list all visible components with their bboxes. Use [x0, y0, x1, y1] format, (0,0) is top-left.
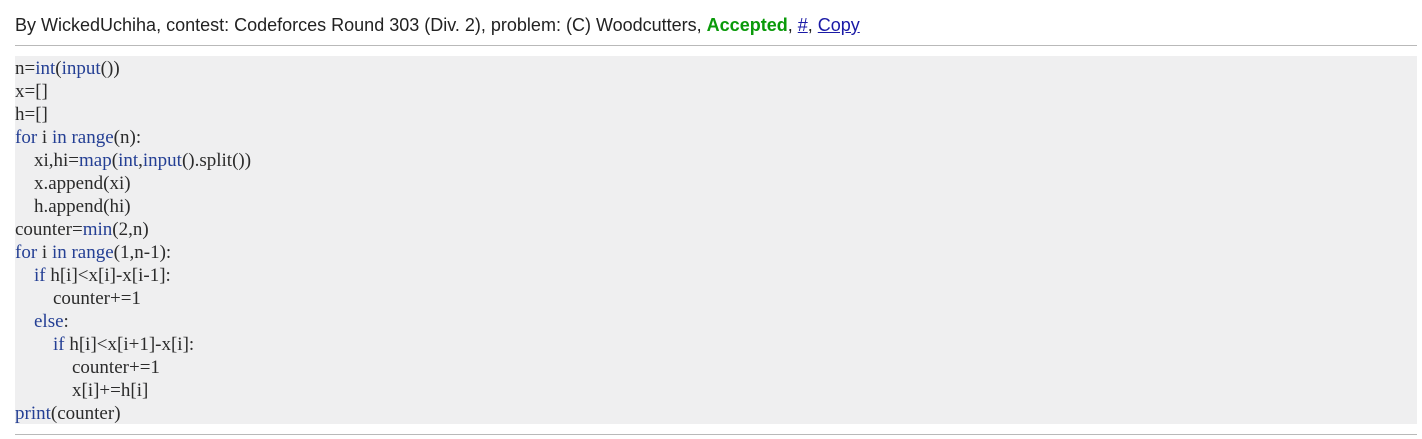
- code-line: else:: [34, 311, 69, 332]
- verdict-status: Accepted: [706, 15, 788, 35]
- code-line: n=int(input()): [15, 58, 120, 79]
- code-line: x[i]+=h[i]: [15, 380, 149, 401]
- submission-header: By WickedUchiha, contest: Codeforces Rou…: [15, 13, 860, 37]
- source-code-block: n=int(input()) x=[] h=[] for i in range(…: [15, 56, 1417, 424]
- code-line: for i in range(1,n-1):: [15, 242, 172, 263]
- copy-code-link[interactable]: Copy: [818, 15, 860, 35]
- code-line: x=[]: [15, 81, 48, 102]
- code-line: for i in range(n):: [15, 127, 142, 148]
- header-divider: [15, 45, 1417, 46]
- problem-prefix: , problem:: [480, 15, 566, 35]
- code-line: if h[i]<x[i]-x[i-1]:: [34, 265, 171, 286]
- verdict-separator: ,: [696, 15, 707, 35]
- code-line: x.append(xi): [15, 173, 131, 194]
- link-separator-1: ,: [787, 15, 798, 35]
- code-line: xi,hi=map(int,input().split()): [15, 150, 252, 171]
- contest-prefix: , contest:: [156, 15, 235, 35]
- footer-divider: [15, 434, 1417, 435]
- contest-name: Codeforces Round 303 (Div. 2): [234, 15, 481, 35]
- code-line: counter=min(2,n): [15, 219, 149, 240]
- code-line: if h[i]<x[i+1]-x[i]:: [53, 334, 195, 355]
- link-separator-2: ,: [807, 15, 818, 35]
- by-prefix: By: [15, 15, 42, 35]
- code-line: h.append(hi): [15, 196, 131, 217]
- permalink-hash-link[interactable]: #: [798, 15, 808, 35]
- author-name: WickedUchiha: [41, 15, 157, 35]
- code-line: h=[]: [15, 104, 48, 125]
- code-line: counter+=1: [15, 357, 160, 378]
- code-line: print(counter): [15, 403, 121, 424]
- problem-name: (C) Woodcutters: [565, 15, 697, 35]
- code-line: counter+=1: [15, 288, 141, 309]
